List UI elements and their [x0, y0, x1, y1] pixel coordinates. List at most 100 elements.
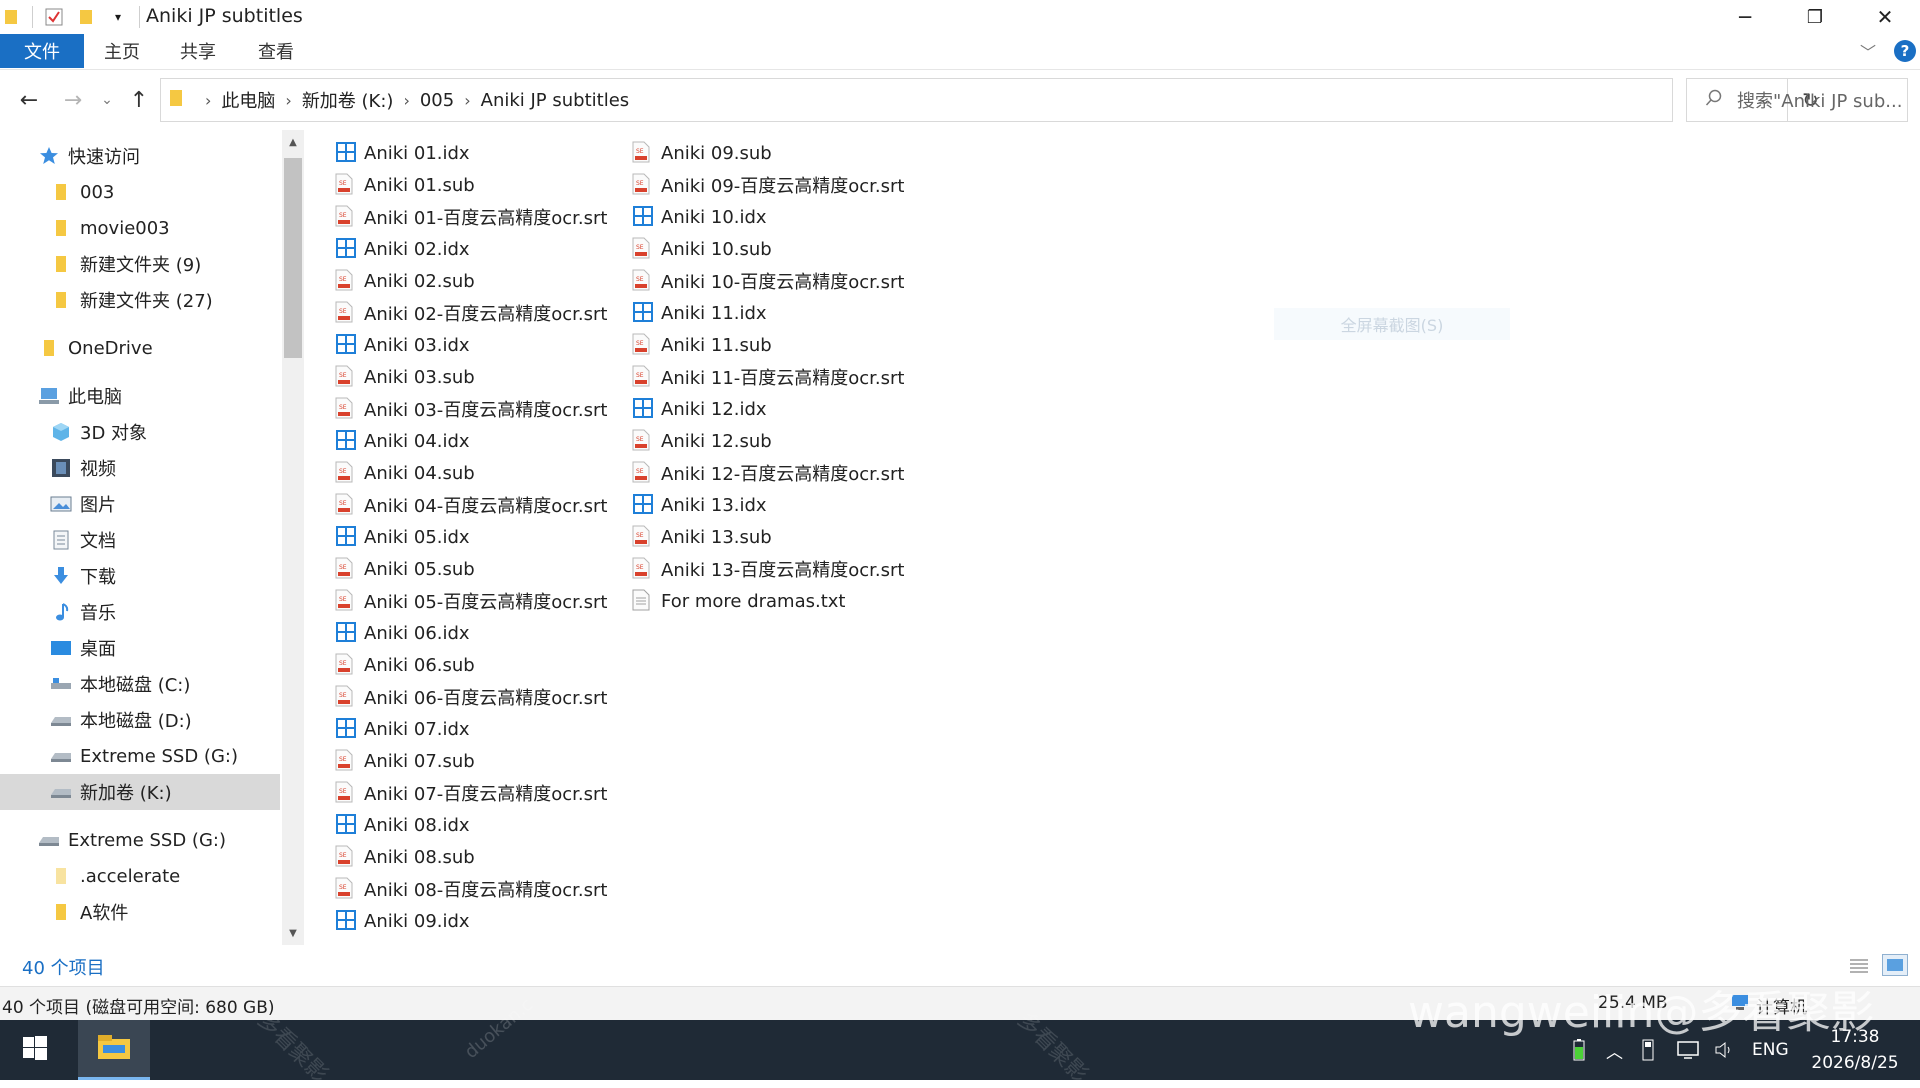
file-item[interactable]: SE Aniki 11.sub: [632, 330, 772, 360]
recent-locations-button[interactable]: ⌄: [96, 84, 118, 116]
scroll-down-arrow[interactable]: ▼: [282, 921, 304, 945]
file-item[interactable]: SE Aniki 09-百度云高精度ocr.srt: [632, 170, 904, 200]
new-folder-icon[interactable]: [75, 6, 97, 28]
file-item[interactable]: SE Aniki 03.sub: [335, 362, 475, 392]
close-button[interactable]: ✕: [1850, 0, 1920, 34]
nav-item-desktop[interactable]: 桌面: [0, 630, 280, 666]
tab-home[interactable]: 主页: [104, 34, 140, 68]
scroll-up-arrow[interactable]: ▲: [282, 130, 304, 154]
file-item[interactable]: Aniki 05.idx: [335, 522, 470, 552]
tab-view[interactable]: 查看: [258, 34, 294, 68]
nav-item-quick-access[interactable]: 快速访问: [0, 138, 280, 174]
search-input[interactable]: 搜索"Aniki JP sub...: [1686, 78, 1908, 122]
file-item[interactable]: For more dramas.txt: [632, 586, 845, 616]
file-item[interactable]: SE Aniki 12-百度云高精度ocr.srt: [632, 458, 904, 488]
nav-item-onedrive[interactable]: OneDrive: [0, 330, 280, 366]
file-name: Aniki 02.sub: [364, 270, 475, 292]
file-item[interactable]: SE Aniki 04-百度云高精度ocr.srt: [335, 490, 607, 520]
file-item[interactable]: SE Aniki 08-百度云高精度ocr.srt: [335, 874, 607, 904]
file-item[interactable]: SE Aniki 02-百度云高精度ocr.srt: [335, 298, 607, 328]
start-button[interactable]: [0, 1020, 70, 1080]
nav-item-downloads[interactable]: 下载: [0, 558, 280, 594]
breadcrumb-this-pc[interactable]: 此电脑: [221, 87, 275, 113]
file-item[interactable]: SE Aniki 09.sub: [632, 138, 772, 168]
search-placeholder: 搜索"Aniki JP sub...: [1737, 91, 1903, 112]
file-item[interactable]: SE Aniki 08.sub: [335, 842, 475, 872]
file-item[interactable]: Aniki 09.idx: [335, 906, 470, 936]
nav-item-volume-k[interactable]: 新加卷 (K:): [0, 774, 280, 810]
file-item[interactable]: SE Aniki 10-百度云高精度ocr.srt: [632, 266, 904, 296]
file-item[interactable]: SE Aniki 06-百度云高精度ocr.srt: [335, 682, 607, 712]
sub-file-icon: SE: [335, 269, 357, 293]
file-item[interactable]: SE Aniki 05-百度云高精度ocr.srt: [335, 586, 607, 616]
file-item[interactable]: Aniki 13.idx: [632, 490, 767, 520]
nav-item-a-software[interactable]: A软件: [0, 894, 280, 930]
restore-button[interactable]: ❐: [1780, 0, 1850, 34]
nav-item-music[interactable]: 音乐: [0, 594, 280, 630]
file-item[interactable]: Aniki 06.idx: [335, 618, 470, 648]
scrollbar-thumb[interactable]: [284, 158, 302, 358]
nav-item-new-folder-9[interactable]: 新建文件夹 (9): [0, 246, 280, 282]
file-item[interactable]: SE Aniki 13.sub: [632, 522, 772, 552]
file-item[interactable]: Aniki 07.idx: [335, 714, 470, 744]
svg-text:SE: SE: [636, 148, 644, 155]
nav-item-local-disk-d[interactable]: 本地磁盘 (D:): [0, 702, 280, 738]
nav-item-extreme-ssd-g-root[interactable]: Extreme SSD (G:): [0, 822, 280, 858]
file-item[interactable]: SE Aniki 02.sub: [335, 266, 475, 296]
file-item[interactable]: SE Aniki 03-百度云高精度ocr.srt: [335, 394, 607, 424]
file-item[interactable]: Aniki 01.idx: [335, 138, 470, 168]
nav-item-3d-objects[interactable]: 3D 对象: [0, 414, 280, 450]
help-icon[interactable]: ?: [1894, 34, 1916, 68]
customize-toolbar-icon[interactable]: ▾: [107, 6, 129, 28]
file-item[interactable]: Aniki 02.idx: [335, 234, 470, 264]
minimize-button[interactable]: ─: [1710, 0, 1780, 34]
file-item[interactable]: SE Aniki 12.sub: [632, 426, 772, 456]
breadcrumb-current-folder[interactable]: Aniki JP subtitles: [481, 90, 630, 111]
svg-text:SE: SE: [636, 564, 644, 571]
nav-item-extreme-ssd-g[interactable]: Extreme SSD (G:): [0, 738, 280, 774]
nav-item-003[interactable]: 003: [0, 174, 280, 210]
file-item[interactable]: Aniki 11.idx: [632, 298, 767, 328]
nav-item-pictures[interactable]: 图片: [0, 486, 280, 522]
file-item[interactable]: SE Aniki 05.sub: [335, 554, 475, 584]
up-button[interactable]: ↑: [124, 84, 154, 116]
breadcrumb-volume-k[interactable]: 新加卷 (K:): [302, 87, 394, 113]
file-item[interactable]: Aniki 04.idx: [335, 426, 470, 456]
details-view-icon[interactable]: [1848, 956, 1870, 976]
tab-share[interactable]: 共享: [180, 34, 216, 68]
file-item[interactable]: SE Aniki 01.sub: [335, 170, 475, 200]
nav-item-videos[interactable]: 视频: [0, 450, 280, 486]
file-item[interactable]: SE Aniki 10.sub: [632, 234, 772, 264]
breadcrumb-005[interactable]: 005: [420, 90, 454, 111]
svg-text:SE: SE: [339, 884, 347, 891]
title-bar: ▾ Aniki JP subtitles ─ ❐ ✕: [0, 0, 1920, 34]
nav-item-movie003[interactable]: movie003: [0, 210, 280, 246]
address-bar[interactable]: › 此电脑 › 新加卷 (K:) › 005 › Aniki JP subtit…: [160, 78, 1819, 122]
nav-item-this-pc[interactable]: 此电脑: [0, 378, 280, 414]
file-item[interactable]: Aniki 03.idx: [335, 330, 470, 360]
properties-icon[interactable]: [43, 6, 65, 28]
file-item[interactable]: SE Aniki 13-百度云高精度ocr.srt: [632, 554, 904, 584]
file-item[interactable]: SE Aniki 07-百度云高精度ocr.srt: [335, 778, 607, 808]
tab-file[interactable]: 文件: [0, 34, 84, 68]
nav-item-documents[interactable]: 文档: [0, 522, 280, 558]
expand-ribbon-icon[interactable]: ﹀: [1860, 34, 1876, 68]
taskbar-file-explorer[interactable]: [78, 1020, 150, 1080]
file-item[interactable]: SE Aniki 01-百度云高精度ocr.srt: [335, 202, 607, 232]
folder-icon[interactable]: [0, 6, 22, 28]
file-item[interactable]: Aniki 10.idx: [632, 202, 767, 232]
large-icons-view-icon[interactable]: [1882, 954, 1908, 976]
back-button[interactable]: ←: [12, 84, 46, 116]
nav-item-local-disk-c[interactable]: 本地磁盘 (C:): [0, 666, 280, 702]
navigation-scrollbar[interactable]: ▲ ▼: [282, 130, 304, 945]
forward-button[interactable]: →: [56, 84, 90, 116]
file-item[interactable]: SE Aniki 07.sub: [335, 746, 475, 776]
file-item[interactable]: Aniki 12.idx: [632, 394, 767, 424]
nav-item-accelerate[interactable]: .accelerate: [0, 858, 280, 894]
file-item[interactable]: SE Aniki 06.sub: [335, 650, 475, 680]
file-item[interactable]: SE Aniki 04.sub: [335, 458, 475, 488]
sub-file-icon: SE: [632, 237, 654, 261]
nav-item-new-folder-27[interactable]: 新建文件夹 (27): [0, 282, 280, 318]
file-item[interactable]: Aniki 08.idx: [335, 810, 470, 840]
file-item[interactable]: SE Aniki 11-百度云高精度ocr.srt: [632, 362, 904, 392]
